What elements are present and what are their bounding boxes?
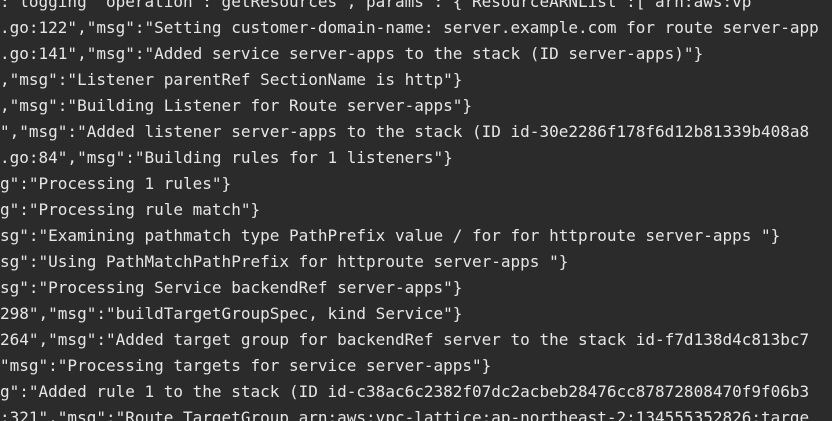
log-line: .go:141","msg":"Added service server-app… xyxy=(0,44,704,63)
log-line: ,"msg":"Building Listener for Route serv… xyxy=(0,96,473,115)
log-line: ,"msg":"Listener parentRef SectionName i… xyxy=(0,70,463,89)
log-line: sg":"Examining pathmatch type PathPrefix… xyxy=(0,226,781,245)
log-lines: : logging operation : getResources , par… xyxy=(0,0,819,421)
log-line: g":"Processing 1 rules"} xyxy=(0,174,232,193)
log-line: :321","msg":"Route TargetGroup arn:aws:v… xyxy=(0,408,810,421)
log-line: g":"Added rule 1 to the stack (ID id-c38… xyxy=(0,382,810,401)
terminal-output[interactable]: : logging operation : getResources , par… xyxy=(0,0,832,421)
log-line: 264","msg":"Added target group for backe… xyxy=(0,330,810,349)
log-line: .go:122","msg":"Setting customer-domain-… xyxy=(0,18,819,37)
log-line: 298","msg":"buildTargetGroupSpec, kind S… xyxy=(0,304,463,323)
log-line: : logging operation : getResources , par… xyxy=(0,0,752,11)
log-line: "msg":"Processing targets for service se… xyxy=(0,356,492,375)
log-line: sg":"Using PathMatchPathPrefix for httpr… xyxy=(0,252,569,271)
log-line: ","msg":"Added listener server-apps to t… xyxy=(0,122,810,141)
log-line: sg":"Processing Service backendRef serve… xyxy=(0,278,463,297)
log-line: g":"Processing rule match"} xyxy=(0,200,261,219)
log-line: .go:84","msg":"Building rules for 1 list… xyxy=(0,148,453,167)
